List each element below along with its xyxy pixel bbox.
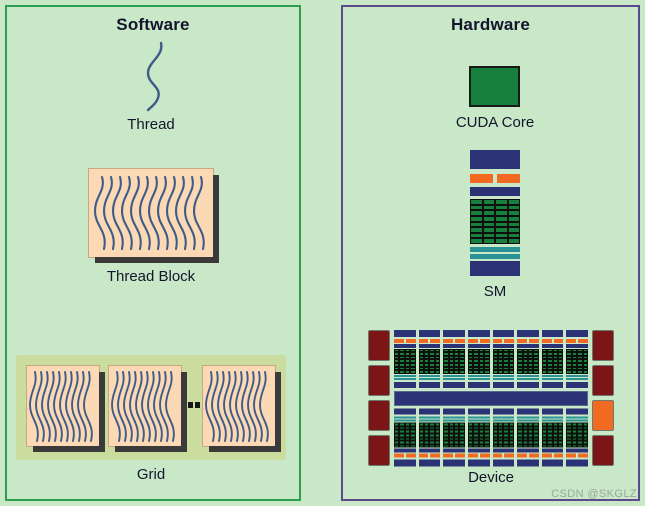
sm-warp-scheduler-right (497, 174, 520, 184)
device-sm-unit (566, 408, 588, 466)
cuda-core-label: CUDA Core (455, 114, 535, 131)
sm-unit (470, 150, 520, 277)
device-sm-unit (418, 330, 441, 388)
memory-block (592, 330, 614, 362)
card-shadow-bottom (209, 446, 281, 452)
memory-block (592, 364, 614, 397)
thread-bundle-icon (29, 371, 93, 442)
grid-block-0 (26, 365, 105, 452)
device-sm-unit (492, 330, 515, 388)
device-sm-unit (566, 330, 588, 388)
sm-label: SM (483, 283, 507, 300)
sm-warp-scheduler-row (470, 174, 520, 184)
watermark: CSDN @SKGLZ (551, 488, 637, 500)
thread-block-label: Thread Block (106, 268, 196, 285)
sm-shared-memory-bar (470, 261, 520, 277)
thread-bundle-icon (205, 371, 269, 442)
device-memory-left (368, 330, 390, 466)
grid-label: Grid (136, 466, 166, 483)
memory-block (368, 399, 390, 432)
device-sm-unit (443, 408, 465, 466)
device-sm-unit (394, 330, 416, 388)
sm-core-grid (470, 199, 520, 244)
device-label: Device (468, 469, 514, 486)
squiggle-thread-icon (128, 40, 180, 112)
device-sm-unit (541, 408, 564, 466)
sm-register-file-bar (470, 186, 520, 196)
memory-block (368, 364, 390, 397)
device-sm-unit (492, 408, 515, 466)
software-panel-title: Software (116, 15, 190, 34)
device-figure (368, 330, 614, 466)
card-shadow-right (213, 175, 219, 263)
device-sm-unit (467, 408, 490, 466)
device-sm-unit (443, 330, 465, 388)
device-sm-unit (467, 330, 490, 388)
card-shadow-bottom (95, 257, 219, 263)
device-memory-right (592, 330, 614, 466)
diagram-canvas: Software Thread Thread Block Grid Hardwa… (0, 0, 645, 506)
thread-label: Thread (127, 116, 175, 133)
card-shadow-right (99, 372, 105, 452)
device-sm-unit (517, 330, 539, 388)
card-shadow-bottom (115, 446, 187, 452)
device-l2-cache-bar (394, 390, 588, 406)
grid-block-n (202, 365, 281, 452)
grid-figure (16, 355, 286, 460)
memory-block (368, 434, 390, 466)
memory-block (368, 330, 390, 362)
thread-bundle-icon (93, 175, 205, 251)
device-sm-unit (517, 408, 539, 466)
card-shadow-right (275, 372, 281, 452)
memory-block (592, 434, 614, 466)
grid-block-1 (108, 365, 187, 452)
card-shadow-right (181, 372, 187, 452)
hardware-panel-title: Hardware (450, 15, 531, 34)
cuda-core-figure (469, 66, 520, 107)
device-sm-unit (541, 330, 564, 388)
card-shadow-bottom (33, 446, 105, 452)
sm-warp-scheduler-left (470, 174, 493, 184)
device-sm-unit (394, 408, 416, 466)
device-sm-unit (418, 408, 441, 466)
thread-block-figure (88, 168, 219, 263)
device-sm-array (394, 330, 588, 466)
sm-instruction-cache-bar (470, 150, 520, 170)
sm-figure (470, 150, 520, 277)
device-sm-row-top (394, 330, 588, 388)
thread-bundle-icon (111, 371, 175, 442)
device-sm-row-bottom (394, 408, 588, 466)
memory-block-accent (592, 399, 614, 432)
